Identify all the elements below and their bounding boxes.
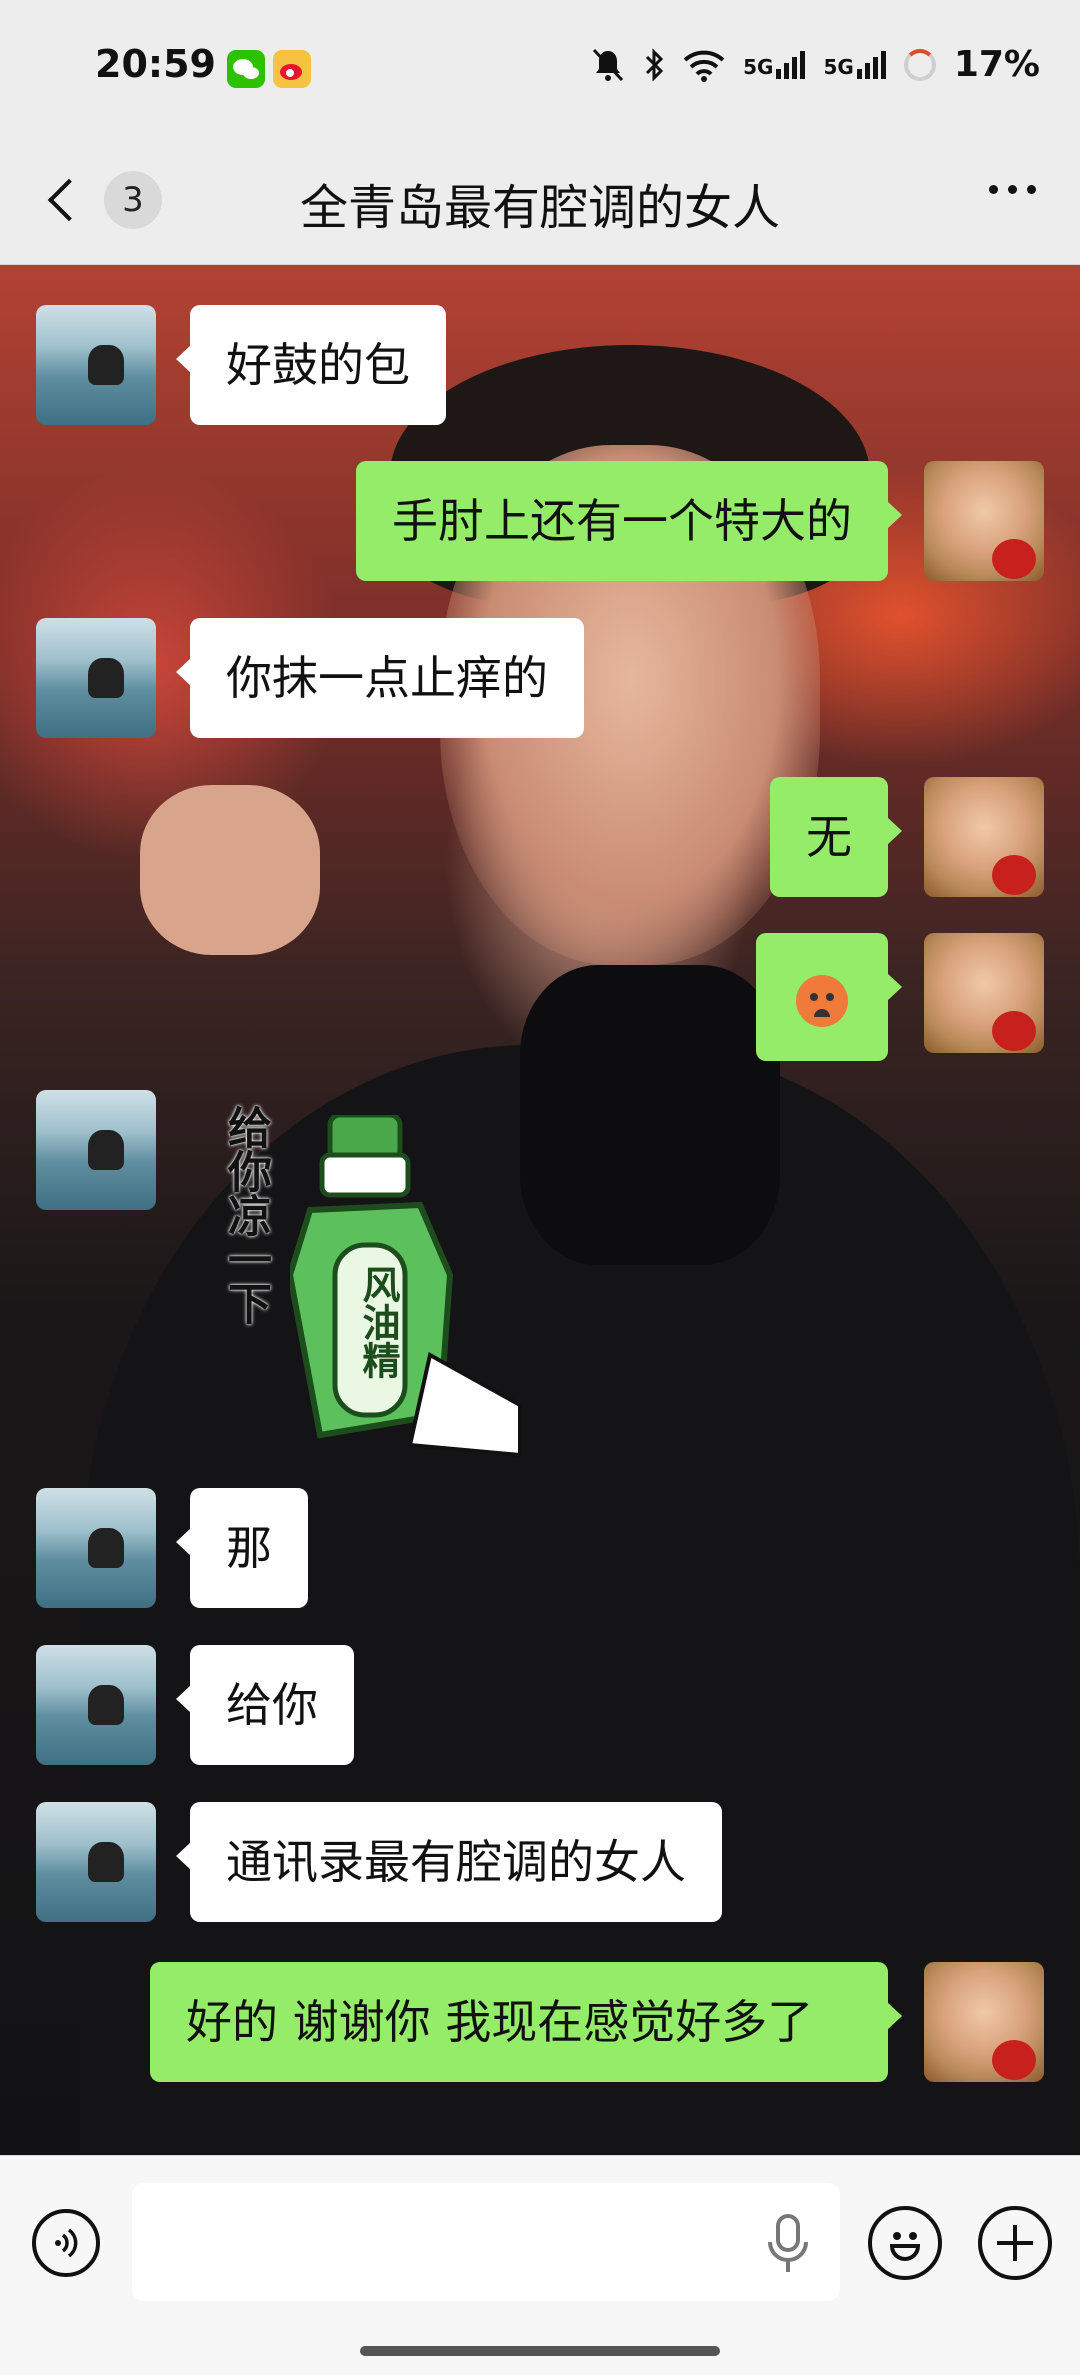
5g-signal-icon: 5G bbox=[743, 50, 806, 79]
emoji-icon bbox=[889, 2232, 921, 2261]
battery-ring-icon bbox=[903, 48, 936, 81]
friend-avatar[interactable] bbox=[36, 618, 156, 738]
friend-avatar[interactable] bbox=[36, 1488, 156, 1608]
voice-icon bbox=[55, 2228, 78, 2258]
self-avatar[interactable] bbox=[924, 461, 1044, 581]
message-bubble[interactable]: 通讯录最有腔调的女人 bbox=[176, 1802, 722, 1922]
message-bubble[interactable]: 好的 谢谢你 我现在感觉好多了 bbox=[150, 1962, 902, 2082]
medicine-bottle-icon bbox=[290, 1115, 522, 1458]
input-bar bbox=[0, 2155, 1080, 2375]
message-bubble[interactable]: 你抹一点止痒的 bbox=[176, 618, 584, 738]
message-input[interactable] bbox=[132, 2183, 840, 2301]
chat-header: 3 全青岛最有腔调的女人 bbox=[0, 140, 1080, 265]
sticker-message[interactable]: 给你凉一下 风油精 bbox=[210, 1105, 560, 1495]
more-button[interactable] bbox=[989, 185, 1036, 194]
bluetooth-icon bbox=[646, 47, 664, 82]
status-time: 20:59 bbox=[95, 42, 216, 86]
wifi-icon bbox=[683, 50, 725, 82]
emoji-bubble[interactable] bbox=[756, 933, 902, 1061]
self-avatar[interactable] bbox=[924, 777, 1044, 897]
message-bubble[interactable]: 手肘上还有一个特大的 bbox=[356, 461, 902, 581]
battery-level: 17% bbox=[953, 44, 1040, 85]
sticker-label: 风油精 bbox=[356, 1265, 400, 1379]
plus-button[interactable] bbox=[978, 2206, 1052, 2280]
mute-bell-icon bbox=[593, 48, 624, 81]
friend-avatar[interactable] bbox=[36, 1802, 156, 1922]
message-bubble[interactable]: 那 bbox=[176, 1488, 308, 1608]
status-bar: 20:59 5G 5G 17% bbox=[0, 0, 1080, 140]
more-dots-icon bbox=[989, 185, 998, 194]
message-bubble[interactable]: 无 bbox=[770, 777, 902, 897]
home-indicator bbox=[360, 2346, 720, 2356]
message-bubble[interactable]: 给你 bbox=[176, 1645, 354, 1765]
weibo-icon bbox=[273, 50, 311, 88]
message-bubble[interactable]: 好鼓的包 bbox=[176, 305, 446, 425]
chat-title: 全青岛最有腔调的女人 bbox=[299, 180, 780, 236]
chat-area[interactable]: 好鼓的包 手肘上还有一个特大的 你抹一点止痒的 无 给你凉一下 风油精 那 给你… bbox=[0, 265, 1080, 2155]
5g-signal-icon: 5G bbox=[823, 50, 886, 79]
emoji-button[interactable] bbox=[868, 2206, 942, 2280]
microphone-icon[interactable] bbox=[766, 2214, 810, 2274]
network-label: 5G bbox=[823, 54, 854, 79]
self-avatar[interactable] bbox=[924, 1962, 1044, 2082]
friend-avatar[interactable] bbox=[36, 1090, 156, 1210]
friend-avatar[interactable] bbox=[36, 1645, 156, 1765]
hot-face-emoji-icon bbox=[796, 974, 848, 1027]
sticker-caption: 给你凉一下 bbox=[220, 1105, 271, 1325]
network-label: 5G bbox=[743, 54, 774, 79]
friend-avatar[interactable] bbox=[36, 305, 156, 425]
voice-button[interactable] bbox=[32, 2209, 100, 2277]
wechat-icon bbox=[227, 50, 265, 88]
self-avatar[interactable] bbox=[924, 933, 1044, 1053]
status-icons: 5G 5G 17% bbox=[591, 44, 1040, 85]
plus-icon bbox=[997, 2225, 1033, 2261]
